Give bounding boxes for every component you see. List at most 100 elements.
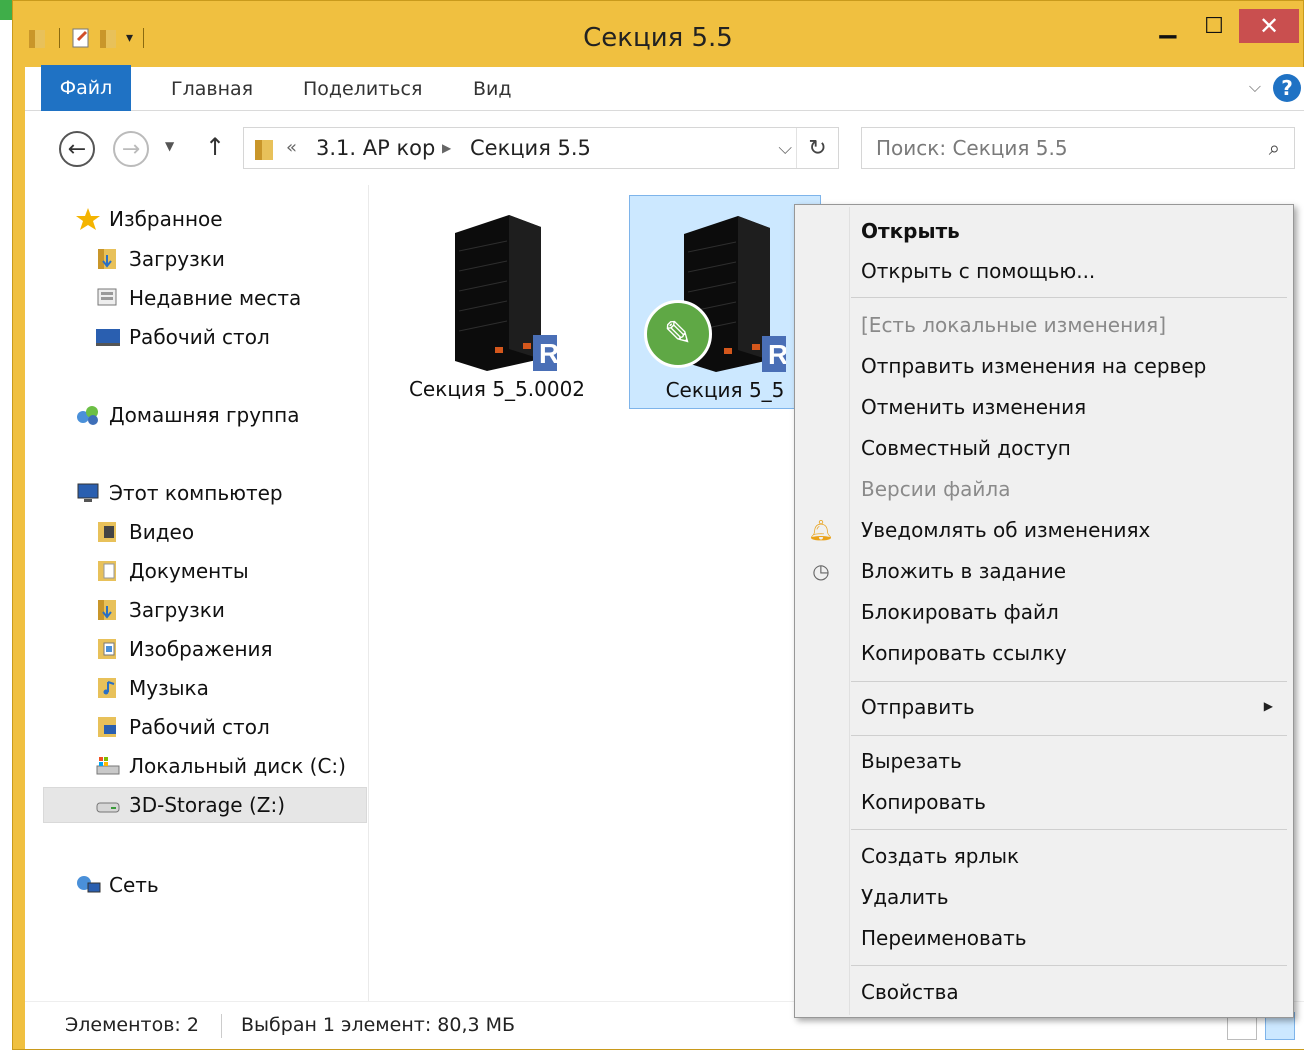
tree-label: Рабочий стол bbox=[129, 325, 270, 349]
refresh-button[interactable]: ↻ bbox=[796, 128, 838, 168]
desktop-icon bbox=[96, 329, 120, 346]
tree-item-this-pc[interactable]: Этот компьютер bbox=[75, 475, 283, 511]
up-button[interactable]: ↑ bbox=[205, 133, 225, 161]
status-separator bbox=[221, 1014, 222, 1038]
menu-label: Переименовать bbox=[861, 926, 1027, 950]
item-count: Элементов: 2 bbox=[65, 1014, 199, 1036]
homegroup-icon bbox=[77, 406, 98, 425]
menu-label: Создать ярлык bbox=[861, 844, 1020, 868]
tree-item-documents[interactable]: Документы bbox=[95, 553, 249, 589]
menu-item-cancel-changes[interactable]: Отменить изменения bbox=[797, 387, 1291, 427]
menu-item-open-with[interactable]: Открыть с помощью... bbox=[797, 251, 1291, 291]
tree-item-desktop[interactable]: Рабочий стол bbox=[95, 319, 270, 355]
menu-item-attach-to-task[interactable]: ◷ Вложить в задание bbox=[797, 551, 1291, 591]
file-item[interactable]: R Секция 5_5.0002 bbox=[401, 195, 593, 409]
file-name: Секция 5_5.0002 bbox=[408, 377, 586, 401]
menu-item-notify-changes[interactable]: 🔔︎ Уведомлять об изменениях bbox=[797, 510, 1291, 550]
menu-label: Версии файла bbox=[861, 477, 1011, 501]
tree-label: Видео bbox=[129, 520, 195, 544]
file-item-selected[interactable]: R ✎ Секция 5_5 bbox=[629, 195, 821, 409]
maximize-button[interactable]: ☐ bbox=[1191, 9, 1237, 43]
tree-item-downloads-pc[interactable]: Загрузки bbox=[95, 592, 225, 628]
menu-item-shared-access[interactable]: Совместный доступ bbox=[797, 428, 1291, 468]
menu-item-delete[interactable]: Удалить bbox=[797, 877, 1291, 917]
address-dropdown-icon[interactable]: ⌵ bbox=[778, 138, 792, 159]
tree-label: Локальный диск (C:) bbox=[129, 754, 346, 778]
menu-item-properties[interactable]: Свойства bbox=[797, 972, 1291, 1012]
close-button[interactable]: ✕ bbox=[1239, 9, 1299, 43]
expand-ribbon-icon[interactable]: ⌵ bbox=[1249, 77, 1261, 97]
menu-label: Открыть с помощью... bbox=[861, 259, 1096, 283]
svg-text:R: R bbox=[539, 338, 557, 369]
menu-item-rename[interactable]: Переименовать bbox=[797, 918, 1291, 958]
tab-view[interactable]: Вид bbox=[473, 67, 512, 111]
menu-separator bbox=[851, 735, 1287, 736]
title-bar[interactable]: ▾ Секция 5.5 ▁ ☐ ✕ bbox=[13, 1, 1303, 63]
tree-label: Избранное bbox=[109, 207, 223, 231]
tree-item-downloads[interactable]: Загрузки bbox=[95, 241, 225, 277]
breadcrumb-segment-current[interactable]: Секция 5.5 bbox=[470, 136, 591, 160]
tree-label: Домашняя группа bbox=[109, 403, 300, 427]
address-bar[interactable]: « 3.1. АР кор ▶ Секция 5.5 ⌵ ↻ bbox=[243, 127, 839, 169]
menu-label: Вырезать bbox=[861, 749, 962, 773]
menu-item-create-shortcut[interactable]: Создать ярлык bbox=[797, 836, 1291, 876]
tree-item-images[interactable]: Изображения bbox=[95, 631, 273, 667]
tree-label: Сеть bbox=[109, 873, 159, 897]
music-folder-icon bbox=[98, 678, 116, 698]
folder-icon bbox=[255, 140, 273, 160]
menu-item-cut[interactable]: Вырезать bbox=[797, 741, 1291, 781]
search-icon[interactable]: ⌕ bbox=[1269, 136, 1280, 160]
search-input[interactable] bbox=[876, 134, 1246, 162]
tree-item-recent[interactable]: Недавние места bbox=[95, 280, 301, 316]
menu-label: Копировать ссылку bbox=[861, 641, 1067, 665]
menu-item-lock-file[interactable]: Блокировать файл bbox=[797, 592, 1291, 632]
tab-home[interactable]: Главная bbox=[171, 67, 253, 111]
minimize-icon: ▁ bbox=[1159, 13, 1177, 39]
menu-item-copy-link[interactable]: Копировать ссылку bbox=[797, 633, 1291, 673]
drive-icon bbox=[96, 757, 120, 775]
menu-item-copy[interactable]: Копировать bbox=[797, 782, 1291, 822]
documents-folder-icon bbox=[98, 561, 116, 581]
back-button[interactable]: ← bbox=[59, 131, 95, 167]
minimize-button[interactable]: ▁ bbox=[1145, 9, 1191, 43]
forward-button[interactable]: → bbox=[113, 131, 149, 167]
refresh-icon: ↻ bbox=[808, 135, 827, 161]
tree-item-music[interactable]: Музыка bbox=[95, 670, 209, 706]
help-icon[interactable]: ? bbox=[1273, 74, 1301, 102]
tree-item-homegroup[interactable]: Домашняя группа bbox=[75, 397, 299, 433]
menu-label: Копировать bbox=[861, 790, 986, 814]
tab-share[interactable]: Поделиться bbox=[303, 67, 422, 111]
search-box[interactable]: ⌕ bbox=[861, 127, 1295, 169]
tree-label: Загрузки bbox=[129, 247, 225, 271]
recent-places-icon bbox=[97, 288, 117, 306]
network-icon bbox=[77, 876, 101, 893]
tree-label: Рабочий стол bbox=[129, 715, 270, 739]
tree-item-video[interactable]: Видео bbox=[95, 514, 194, 550]
navigation-pane: Избранное Загрузки Недавние места Рабочи… bbox=[25, 185, 369, 1001]
menu-label: Уведомлять об изменениях bbox=[861, 518, 1151, 542]
close-icon: ✕ bbox=[1258, 12, 1280, 40]
context-menu: Открыть Открыть с помощью... [Есть локал… bbox=[794, 204, 1294, 1018]
breadcrumb-segment[interactable]: 3.1. АР кор bbox=[316, 136, 435, 160]
recent-locations-icon[interactable]: ▼ bbox=[165, 139, 174, 153]
tree-label: Недавние места bbox=[129, 286, 302, 310]
menu-item-send-to[interactable]: Отправить ▶ bbox=[797, 687, 1291, 727]
menu-label: Отправить bbox=[861, 695, 975, 719]
tree-item-network[interactable]: Сеть bbox=[75, 867, 159, 903]
tree-item-3d-storage[interactable]: 3D-Storage (Z:) bbox=[43, 787, 367, 823]
menu-label: Удалить bbox=[861, 885, 949, 909]
breadcrumb-arrow-icon[interactable]: ▶ bbox=[442, 141, 451, 155]
menu-item-send-changes[interactable]: Отправить изменения на сервер bbox=[797, 346, 1291, 386]
menu-label: Свойства bbox=[861, 980, 959, 1004]
tree-item-desktop-pc[interactable]: Рабочий стол bbox=[95, 709, 270, 745]
tab-file[interactable]: Файл bbox=[41, 65, 131, 111]
star-icon bbox=[76, 208, 100, 230]
arrow-left-icon: ← bbox=[67, 136, 87, 162]
tree-item-local-disk[interactable]: Локальный диск (C:) bbox=[95, 748, 346, 784]
selection-info: Выбран 1 элемент: 80,3 МБ bbox=[241, 1014, 516, 1036]
address-overflow[interactable]: « bbox=[286, 137, 297, 158]
menu-item-open[interactable]: Открыть bbox=[797, 211, 1291, 251]
menu-separator bbox=[851, 681, 1287, 682]
tree-item-favorites[interactable]: Избранное bbox=[75, 201, 223, 237]
submenu-arrow-icon: ▶ bbox=[1263, 699, 1273, 713]
